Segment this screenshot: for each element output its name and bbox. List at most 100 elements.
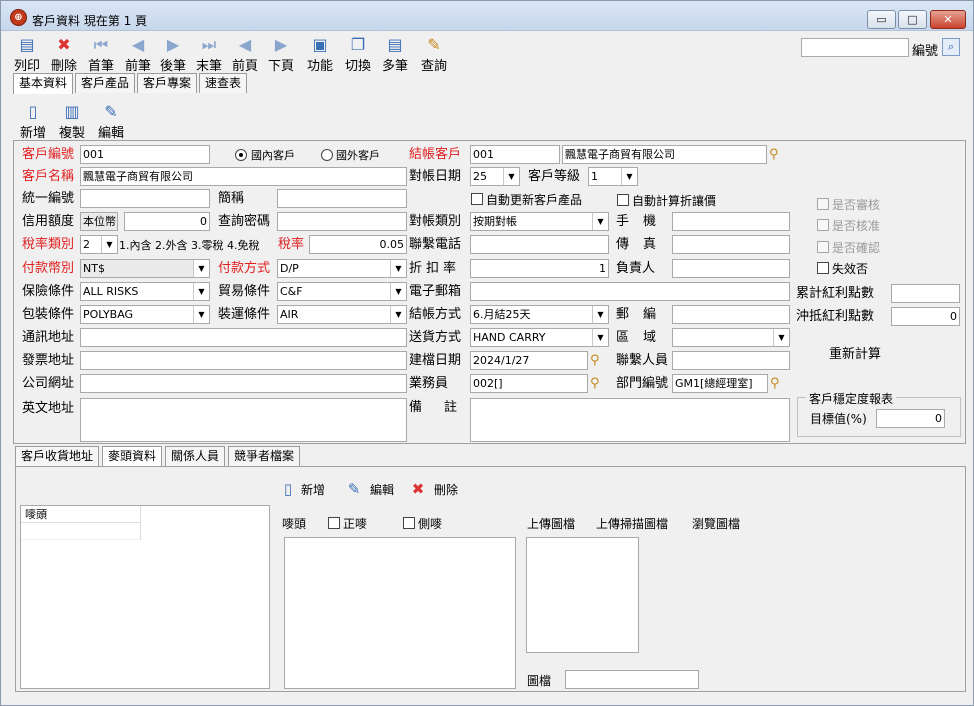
upload-image-button[interactable]: 上傳圖檔 — [527, 516, 575, 532]
mobile-input[interactable] — [672, 212, 790, 231]
last-record-button[interactable]: ⏭ 末筆 — [189, 34, 229, 74]
tab-related-people[interactable]: 關係人員 — [165, 446, 225, 466]
add-mark-button[interactable]: 新增 — [301, 482, 325, 498]
domestic-radio[interactable] — [235, 149, 247, 161]
person-in-charge-input[interactable] — [672, 259, 790, 278]
created-date-input[interactable]: 2024/1/27 — [470, 351, 588, 370]
close-button[interactable]: ✕ — [930, 10, 966, 29]
mark-list[interactable]: 嘜頭 — [20, 505, 270, 689]
tab-customer-products[interactable]: 客戶產品 — [75, 73, 135, 93]
short-name-input[interactable] — [277, 189, 407, 208]
region-select[interactable]: ▼ — [672, 328, 790, 347]
list-item[interactable] — [21, 523, 141, 540]
salesperson-input[interactable]: 002[] — [470, 374, 588, 393]
tab-basic-info[interactable]: 基本資料 — [13, 73, 73, 94]
english-address-input[interactable] — [80, 398, 407, 442]
foreign-radio[interactable] — [321, 149, 333, 161]
billing-customer-code-input[interactable]: 001 — [470, 145, 560, 164]
query-button[interactable]: ✎ 查詢 — [414, 34, 454, 74]
tax-type-select[interactable]: 2 ▼ — [80, 235, 118, 254]
credit-limit-input[interactable]: 0 — [124, 212, 210, 231]
billing-customer-lookup-icon[interactable]: ⚲ — [769, 146, 787, 163]
search-icon: ⌕ — [947, 40, 955, 53]
trade-terms-select[interactable]: C&F ▼ — [277, 282, 407, 301]
remarks-input[interactable] — [470, 398, 790, 442]
contact-person-input[interactable] — [672, 351, 790, 370]
first-record-button[interactable]: ⏮ 首筆 — [81, 34, 121, 74]
function-button[interactable]: ▣ 功能 — [300, 34, 340, 74]
browse-image-button[interactable]: 瀏覽圖檔 — [692, 516, 740, 532]
offset-points-input[interactable]: 0 — [891, 307, 960, 326]
print-button[interactable]: ▤ 列印 — [7, 34, 47, 74]
website-input[interactable] — [80, 374, 407, 393]
packing-select[interactable]: POLYBAG ▼ — [80, 305, 210, 324]
invoice-address-input[interactable] — [80, 351, 407, 370]
edit-button[interactable]: ✎ 編輯 — [91, 101, 131, 141]
copy-button[interactable]: ▥ 複製 — [52, 101, 92, 141]
front-mark-checkbox[interactable] — [328, 517, 340, 529]
customer-no-input[interactable]: 001 — [80, 145, 210, 164]
prev-page-button[interactable]: ◀ 前頁 — [225, 34, 265, 74]
query-password-input[interactable] — [277, 212, 407, 231]
contact-phone-input[interactable] — [470, 235, 609, 254]
shipping-select[interactable]: AIR ▼ — [277, 305, 407, 324]
is-confirmed-checkbox[interactable] — [817, 241, 829, 253]
next-record-button[interactable]: ▶ 後筆 — [153, 34, 193, 74]
switch-button[interactable]: ❐ 切換 — [338, 34, 378, 74]
maximize-button[interactable]: □ — [898, 10, 927, 29]
upload-scan-button[interactable]: 上傳掃描圖檔 — [596, 516, 668, 532]
delete-button[interactable]: ✖ 刪除 — [44, 34, 84, 74]
tax-rate-input[interactable]: 0.05 — [309, 235, 407, 254]
minimize-button[interactable]: ▭ — [867, 10, 896, 29]
side-mark-checkbox[interactable] — [403, 517, 415, 529]
search-button[interactable]: ⌕ — [942, 38, 960, 56]
delivery-method-select[interactable]: HAND CARRY ▼ — [470, 328, 609, 347]
last-record-icon: ⏭ — [201, 35, 217, 54]
tab-shipping-marks[interactable]: 麥頭資料 — [102, 446, 162, 467]
department-input[interactable]: GM1[總經理室] — [672, 374, 768, 393]
mark-text-area[interactable] — [284, 537, 516, 689]
settlement-select[interactable]: 6.月結25天 ▼ — [470, 305, 609, 324]
postal-code-input[interactable] — [672, 305, 790, 324]
billing-customer-name-input[interactable]: 飄慧電子商貿有限公司 — [562, 145, 767, 164]
prev-record-button[interactable]: ◀ 前筆 — [118, 34, 158, 74]
insurance-select[interactable]: ALL RISKS ▼ — [80, 282, 210, 301]
mailing-address-input[interactable] — [80, 328, 407, 347]
multi-record-button[interactable]: ▤ 多筆 — [375, 34, 415, 74]
statement-type-select[interactable]: 按期對帳 ▼ — [470, 212, 609, 231]
tab-quick-lookup[interactable]: 速查表 — [199, 73, 247, 93]
delete-mark-button[interactable]: 刪除 — [434, 482, 458, 498]
search-input[interactable] — [801, 38, 909, 57]
date-picker-icon[interactable]: ⚲ — [590, 352, 608, 369]
function-icon: ▣ — [312, 35, 328, 54]
window-title: 客戶資料 現在第 1 頁 — [32, 14, 148, 28]
tab-competitor-file[interactable]: 競爭者檔案 — [228, 446, 300, 466]
is-invalid-checkbox[interactable] — [817, 262, 829, 274]
tab-customer-projects[interactable]: 客戶專案 — [137, 73, 197, 93]
fax-input[interactable] — [672, 235, 790, 254]
edit-mark-button[interactable]: 編輯 — [370, 482, 394, 498]
next-page-button[interactable]: ▶ 下頁 — [261, 34, 301, 74]
discount-rate-input[interactable]: 1 — [470, 259, 609, 278]
trade-terms-label: 貿易條件 — [218, 284, 271, 299]
department-lookup-icon[interactable]: ⚲ — [770, 375, 788, 392]
auto-discount-checkbox[interactable] — [617, 194, 629, 206]
credit-currency-input[interactable]: 本位幣 — [80, 212, 118, 231]
target-value-input[interactable]: 0 — [876, 409, 945, 428]
new-button[interactable]: ▯ 新增 — [13, 101, 53, 141]
is-reviewed-checkbox[interactable] — [817, 198, 829, 210]
image-file-input[interactable] — [565, 670, 699, 689]
customer-level-select[interactable]: 1 ▼ — [588, 167, 638, 186]
is-approved-checkbox[interactable] — [817, 219, 829, 231]
auto-update-checkbox[interactable] — [471, 193, 483, 205]
statement-day-select[interactable]: 25 ▼ — [470, 167, 520, 186]
tab-delivery-address[interactable]: 客戶收貨地址 — [15, 446, 99, 466]
accum-points-input[interactable] — [891, 284, 960, 303]
email-input[interactable] — [470, 282, 790, 301]
recalculate-button[interactable]: 重新計算 — [829, 347, 881, 363]
tax-id-input[interactable] — [80, 189, 210, 208]
salesperson-lookup-icon[interactable]: ⚲ — [590, 375, 608, 392]
payment-method-select[interactable]: D/P ▼ — [277, 259, 407, 278]
customer-name-input[interactable]: 飄慧電子商貿有限公司 — [80, 167, 407, 186]
currency-select[interactable]: NT$ ▼ — [80, 259, 210, 278]
